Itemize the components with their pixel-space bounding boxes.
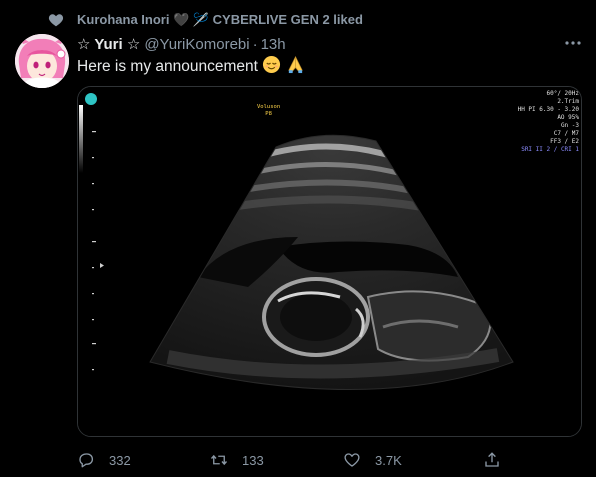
avatar[interactable] bbox=[15, 34, 69, 88]
reply-icon bbox=[79, 453, 94, 468]
probe-label: P8 bbox=[265, 111, 272, 117]
more-options-icon[interactable] bbox=[563, 36, 583, 50]
like-button[interactable]: 3.7K bbox=[343, 450, 402, 470]
like-heart-icon bbox=[344, 453, 360, 467]
setting-line: AO 95% bbox=[557, 114, 579, 121]
like-count: 3.7K bbox=[375, 452, 402, 468]
setting-line: 60°/ 20Hz bbox=[546, 90, 579, 97]
ultrasound-settings: 60°/ 20Hz 2.Trim HH PI 6.30 - 3.20 AO 95… bbox=[509, 90, 579, 154]
share-icon bbox=[485, 452, 499, 467]
tweet-media-image[interactable]: Voluson P8 60°/ 20Hz 2.Trim HH PI 6.30 -… bbox=[77, 86, 582, 437]
device-name: Voluson bbox=[257, 104, 281, 110]
setting-line: 2.Trim bbox=[557, 98, 579, 105]
timestamp[interactable]: 13h bbox=[261, 36, 286, 53]
share-button[interactable] bbox=[483, 450, 501, 470]
setting-line: FF3 / E2 bbox=[550, 138, 579, 145]
handle[interactable]: @YuriKomorebi bbox=[144, 36, 249, 53]
reply-button[interactable]: 332 bbox=[77, 450, 131, 470]
setting-line-highlight: SRI II 2 / CRI 1 bbox=[521, 146, 579, 153]
display-name[interactable]: ☆ Yuri ☆ bbox=[77, 36, 140, 53]
separator-dot: · bbox=[252, 36, 258, 53]
tweet-header: ☆ Yuri ☆ @YuriKomorebi · 13h bbox=[77, 35, 286, 55]
reply-count: 332 bbox=[109, 452, 131, 468]
avatar-illustration bbox=[15, 34, 69, 88]
tweet-text: Here is my announcement bbox=[77, 58, 258, 75]
liked-by-text[interactable]: Kurohana Inori 🖤 🪡 CYBERLIVE GEN 2 liked bbox=[77, 12, 363, 28]
setting-line: C7 / M7 bbox=[553, 130, 579, 137]
retweet-count: 133 bbox=[242, 452, 264, 468]
tweet-body: Here is my announcement bbox=[77, 55, 305, 76]
ultrasound-image bbox=[78, 87, 581, 436]
relieved-face-emoji bbox=[263, 55, 281, 74]
retweet-icon bbox=[210, 454, 228, 466]
heart-icon bbox=[48, 14, 64, 27]
tweet-actions: 332 133 3.7K bbox=[0, 446, 596, 474]
setting-line: HH PI 6.30 - 3.20 bbox=[517, 106, 579, 113]
folded-hands-emoji bbox=[287, 56, 303, 74]
ultrasound-device-label: Voluson P8 bbox=[257, 104, 280, 118]
social-context-row: Kurohana Inori 🖤 🪡 CYBERLIVE GEN 2 liked bbox=[0, 0, 596, 36]
retweet-button[interactable]: 133 bbox=[210, 450, 264, 470]
setting-line: Gn -3 bbox=[560, 122, 579, 129]
